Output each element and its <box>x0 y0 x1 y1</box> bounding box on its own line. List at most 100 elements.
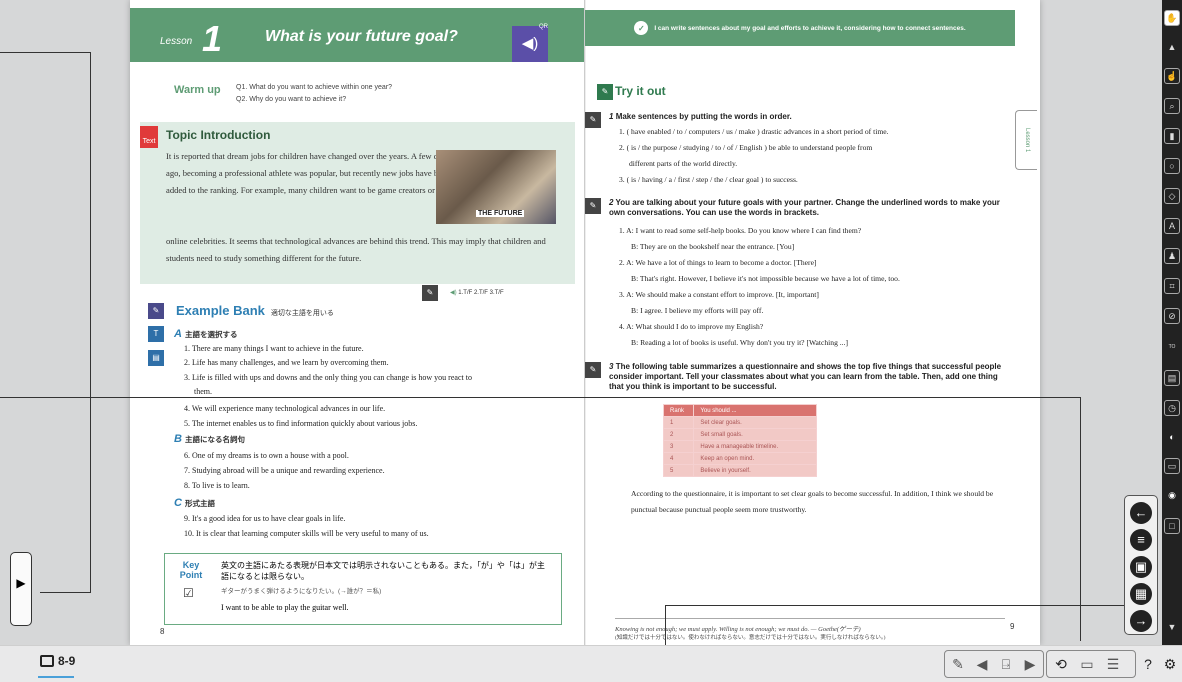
key-point-box: Key Point ☑ 英文の主語にあたる表現が日本文では明示されないこともある… <box>164 553 562 625</box>
bookmark-icon[interactable]: ⍈ <box>999 656 1013 672</box>
viewer-app: Lesson 1 What is your future goal? QR ◀)… <box>0 0 1182 682</box>
example-line: 2. Life has many challenges, and we lear… <box>184 358 389 367</box>
table-row: 2 Set small goals. <box>662 428 817 441</box>
grid-icon[interactable]: ▦ <box>1130 583 1152 605</box>
eraser-icon[interactable]: ◇ <box>1164 188 1180 204</box>
audio-tf[interactable]: ◀) 1.T/F 2.T/F 3.T/F <box>450 289 504 296</box>
marker-icon[interactable]: ▮ <box>1164 128 1180 144</box>
next-page-icon[interactable]: ▶ <box>1023 656 1037 672</box>
gear-icon[interactable]: ⚙ <box>1162 656 1178 672</box>
list-icon[interactable]: ☰ <box>1105 656 1121 672</box>
q1-line: 2. ( is / the purpose / studying / to / … <box>619 143 873 152</box>
left-page: Lesson 1 What is your future goal? QR ◀)… <box>130 0 585 645</box>
q2-title: 2 You are talking about your future goal… <box>609 198 1000 217</box>
hand-icon[interactable]: ✋ <box>1164 10 1180 26</box>
can-do-icon: ✓ <box>634 21 649 35</box>
qr-audio-button[interactable]: QR ◀) <box>512 24 548 62</box>
key-point-line-1: 英文の主語にあたる表現が日本文では明示されないこともある。また，「が」や「は」が… <box>221 561 545 581</box>
lesson-banner: Lesson 1 What is your future goal? QR ◀) <box>130 8 585 62</box>
book-icon <box>40 655 54 667</box>
q2-line: 1. A: I want to read some self-help book… <box>619 226 862 235</box>
write-icon[interactable]: ✎ <box>585 112 601 128</box>
zoom-icon[interactable]: ⌕ <box>1164 98 1180 114</box>
write-icon[interactable]: ✎ <box>585 362 601 378</box>
screen-icon[interactable]: ▭ <box>1079 656 1095 672</box>
contrast-icon[interactable]: ◐ <box>1164 430 1180 446</box>
shapes-icon[interactable]: ○ <box>1164 158 1180 174</box>
clock-icon[interactable]: ◷ <box>1164 400 1180 416</box>
table-header: You should ... <box>693 404 817 417</box>
textbook-spread: Lesson 1 What is your future goal? QR ◀)… <box>130 0 1040 645</box>
text-tool-icon[interactable]: A <box>1164 218 1180 234</box>
page-tools: ✎ ◀ ⍈ ▶ <box>944 650 1044 678</box>
doc-icon[interactable]: ▤ <box>1164 370 1180 386</box>
q3-title: 3 The following table summarizes a quest… <box>609 362 1002 391</box>
topic-heading: Topic Introduction <box>166 128 271 142</box>
warm-up-q2: Q2. Why do you want to achieve it? <box>236 96 347 103</box>
example-bank-sub: 適切な主語を用いる <box>270 310 334 317</box>
grab-icon[interactable]: ☝ <box>1164 68 1180 84</box>
example-line: 4. We will experience many technological… <box>184 404 386 413</box>
down-arrow-icon[interactable]: ▼ <box>1164 620 1180 636</box>
answer-text: According to the questionnaire, it is im… <box>631 489 994 514</box>
help-icon[interactable]: ? <box>1140 656 1156 672</box>
page-range-button[interactable]: 8-9 <box>37 654 76 678</box>
topic-introduction: Text Topic Introduction It is reported t… <box>140 122 575 284</box>
photo-caption: THE FUTURE <box>476 210 525 217</box>
box-icon[interactable]: □ <box>1164 518 1180 534</box>
lesson-title: What is your future goal? <box>265 28 458 45</box>
text-icon[interactable]: Text <box>140 126 158 148</box>
image-icon[interactable]: ▣ <box>1130 556 1152 578</box>
write-icon[interactable]: ✎ <box>585 198 601 214</box>
view-tools: ⟲ ▭ ☰ <box>1046 650 1136 678</box>
q2-line: 3. A: We should make a constant effort t… <box>619 290 819 299</box>
left-panel-toggle[interactable]: ▶ <box>10 552 32 626</box>
table-header-row: Rank You should ... <box>662 404 817 417</box>
example-bank-heading: Example Bank 適切な主語を用いる <box>176 303 334 318</box>
write-icon[interactable]: ✎ <box>148 303 164 319</box>
list-icon[interactable]: ≡ <box>1130 529 1152 551</box>
q2-line: B: Reading a lot of books is useful. Why… <box>631 338 849 347</box>
crop-icon[interactable]: ⌗ <box>1164 278 1180 294</box>
chevron-right-icon: ▶ <box>16 576 26 590</box>
callout-line <box>40 592 91 593</box>
callout-line <box>90 52 91 592</box>
up-arrow-icon[interactable]: ▲ <box>1164 40 1180 56</box>
callout-line <box>0 52 90 53</box>
topic-text-2: online celebrities. It seems that techno… <box>166 236 546 263</box>
text-icon[interactable]: T <box>148 326 164 342</box>
table-header: Rank <box>662 404 695 417</box>
check-icon: ☑ <box>183 586 194 600</box>
q2-line: B: They are on the bookshelf near the en… <box>631 242 795 251</box>
callout-line <box>0 397 1080 398</box>
write-icon[interactable]: ✎ <box>422 285 438 301</box>
topic-photo: THE FUTURE <box>436 150 556 224</box>
table-row: 4 Keep an open mind. <box>662 452 817 465</box>
page-range: 8-9 <box>58 654 76 668</box>
prev-page-icon[interactable]: ◀ <box>975 656 989 672</box>
search-doc-icon[interactable]: ◉ <box>1164 488 1180 504</box>
lesson-label: Lesson <box>160 36 193 47</box>
warm-up-label: Warm up <box>174 84 221 96</box>
stamp-icon[interactable]: ♟ <box>1164 248 1180 264</box>
forward-arrow-icon[interactable]: → <box>1130 610 1152 632</box>
key-point-label: Key Point <box>179 560 203 580</box>
warm-up-q1: Q1. What do you want to achieve within o… <box>236 84 393 91</box>
link-icon[interactable]: ⊘ <box>1164 308 1180 324</box>
can-do-banner: ✓ I can write sentences about my goal an… <box>585 10 1015 46</box>
q1-line: 1. ( have enabled / to / computers / us … <box>619 127 889 136</box>
example-line: 5. The internet enables us to find infor… <box>184 419 418 428</box>
scroll-icon[interactable]: ▤ <box>148 350 164 366</box>
q2-line: B: That's right. However, I believe it's… <box>631 274 900 283</box>
screen-icon[interactable]: ▭ <box>1164 458 1180 474</box>
table-row: 3 Have a manageable timeline. <box>662 440 817 453</box>
write-icon[interactable]: ✎ <box>597 84 613 100</box>
history-icon[interactable]: ⟲ <box>1053 656 1069 672</box>
q2-line: 2. A: We have a lot of things to learn t… <box>619 258 817 267</box>
edit-icon[interactable]: ✎ <box>951 656 965 672</box>
topic-text-1: It is reported that dream jobs for child… <box>166 151 464 195</box>
example-line: 7. Studying abroad will be a unique and … <box>184 466 385 475</box>
table-row: 1 Set clear goals. <box>662 416 817 429</box>
page-number-left: 8 <box>160 627 165 636</box>
back-arrow-icon[interactable]: ← <box>1130 502 1152 524</box>
